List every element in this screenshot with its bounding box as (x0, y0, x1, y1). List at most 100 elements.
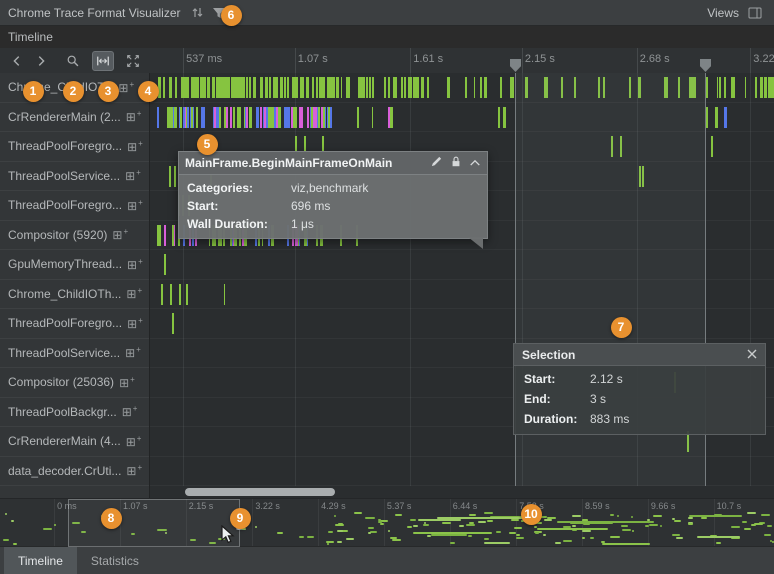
trace-event[interactable] (287, 107, 290, 128)
trace-event[interactable] (328, 107, 330, 128)
close-icon[interactable] (747, 348, 757, 362)
trace-event[interactable] (316, 77, 318, 98)
trace-event[interactable] (394, 77, 397, 98)
trace-event[interactable] (369, 77, 371, 98)
track-name-row[interactable]: CrRendererMain (4...⊞+ (0, 427, 149, 457)
trace-event[interactable] (200, 77, 203, 98)
track-name-row[interactable]: data_decoder.CrUti...⊞+ (0, 457, 149, 487)
trace-event[interactable] (249, 77, 251, 98)
trace-event[interactable] (280, 107, 281, 128)
previous-frame-button[interactable] (6, 51, 28, 71)
trace-event[interactable] (170, 284, 172, 305)
trace-event[interactable] (214, 107, 216, 128)
trace-event[interactable] (273, 77, 274, 98)
trace-event[interactable] (164, 254, 166, 275)
expand-track-icon[interactable]: ⊞+ (125, 169, 141, 182)
trace-event[interactable] (447, 77, 450, 98)
trace-event[interactable] (764, 77, 766, 98)
trace-event[interactable] (760, 77, 762, 98)
expand-track-icon[interactable]: ⊞+ (126, 464, 142, 477)
trace-event[interactable] (260, 107, 262, 128)
track-name-row[interactable]: ThreadPoolBackgr...⊞+ (0, 398, 149, 428)
trace-event[interactable] (224, 284, 225, 305)
track-name-row[interactable]: ThreadPoolService...⊞+ (0, 162, 149, 192)
trace-event[interactable] (503, 107, 506, 128)
trace-event[interactable] (171, 107, 173, 128)
trace-event[interactable] (318, 107, 320, 128)
next-frame-button[interactable] (30, 51, 52, 71)
expand-track-icon[interactable]: ⊞+ (119, 376, 135, 389)
track-name-row[interactable]: ThreadPoolForegro...⊞+ (0, 132, 149, 162)
scrollbar-thumb[interactable] (185, 488, 335, 496)
trace-event[interactable] (362, 77, 365, 98)
trace-event[interactable] (193, 77, 195, 98)
trace-event[interactable] (172, 225, 174, 246)
trace-event[interactable] (724, 77, 726, 98)
trace-event[interactable] (237, 107, 240, 128)
trace-event[interactable] (498, 107, 500, 128)
trace-event[interactable] (336, 77, 338, 98)
trace-event[interactable] (427, 77, 429, 98)
expand-track-icon[interactable]: ⊞+ (126, 287, 142, 300)
trace-event[interactable] (164, 225, 166, 246)
track-name-row[interactable]: GpuMemoryThread...⊞+ (0, 250, 149, 280)
trace-event[interactable] (236, 77, 238, 98)
trace-event[interactable] (322, 77, 325, 98)
expand-track-icon[interactable]: ⊞+ (126, 435, 142, 448)
trace-event[interactable] (357, 107, 359, 128)
trace-event[interactable] (161, 284, 163, 305)
trace-event[interactable] (388, 77, 390, 98)
trace-event[interactable] (771, 77, 773, 98)
trace-event[interactable] (474, 77, 475, 98)
trace-event[interactable] (480, 77, 482, 98)
fit-width-button[interactable] (92, 51, 114, 71)
trace-event[interactable] (169, 77, 172, 98)
trace-event[interactable] (262, 77, 263, 98)
trace-event[interactable] (158, 77, 160, 98)
trace-event[interactable] (207, 77, 210, 98)
trace-event[interactable] (724, 107, 727, 128)
trace-event[interactable] (292, 77, 294, 98)
trace-event[interactable] (196, 107, 198, 128)
trace-event[interactable] (233, 107, 235, 128)
track-name-row[interactable]: Compositor (5920)⊞+ (0, 221, 149, 251)
trace-event[interactable] (312, 77, 313, 98)
trace-event[interactable] (226, 107, 228, 128)
trace-event[interactable] (284, 107, 287, 128)
track-name-row[interactable]: ThreadPoolForegro...⊞+ (0, 309, 149, 339)
trace-event[interactable] (512, 77, 514, 98)
trace-event[interactable] (181, 77, 182, 98)
trace-event[interactable] (265, 77, 268, 98)
trace-event[interactable] (311, 107, 313, 128)
trace-event[interactable] (329, 77, 331, 98)
expand-track-icon[interactable]: ⊞+ (118, 81, 134, 94)
trace-event[interactable] (221, 77, 223, 98)
trace-event[interactable] (404, 77, 406, 98)
sort-arrows-icon[interactable] (191, 6, 204, 19)
trace-event[interactable] (186, 107, 187, 128)
trace-event[interactable] (175, 107, 177, 128)
trace-event[interactable] (341, 77, 342, 98)
trace-event[interactable] (717, 77, 718, 98)
trace-event[interactable] (296, 77, 298, 98)
expand-track-icon[interactable]: ⊞+ (126, 110, 142, 123)
expand-track-icon[interactable]: ⊞+ (127, 258, 143, 271)
tab-timeline[interactable]: Timeline (4, 547, 77, 574)
collapse-icon[interactable] (469, 156, 481, 170)
expand-track-icon[interactable]: ⊞+ (127, 317, 143, 330)
trace-event[interactable] (306, 77, 308, 98)
track-name-row[interactable]: ThreadPoolForegro...⊞+ (0, 191, 149, 221)
trace-event[interactable] (179, 284, 181, 305)
trace-event[interactable] (231, 77, 233, 98)
trace-event[interactable] (313, 107, 315, 128)
trace-event[interactable] (711, 136, 713, 157)
trace-event[interactable] (733, 77, 735, 98)
trace-event[interactable] (755, 77, 756, 98)
trace-event[interactable] (415, 77, 418, 98)
trace-event[interactable] (388, 107, 390, 128)
trace-event[interactable] (372, 77, 374, 98)
trace-event[interactable] (291, 107, 293, 128)
trace-event[interactable] (287, 77, 289, 98)
trace-event[interactable] (174, 166, 176, 187)
trace-event[interactable] (465, 77, 467, 98)
